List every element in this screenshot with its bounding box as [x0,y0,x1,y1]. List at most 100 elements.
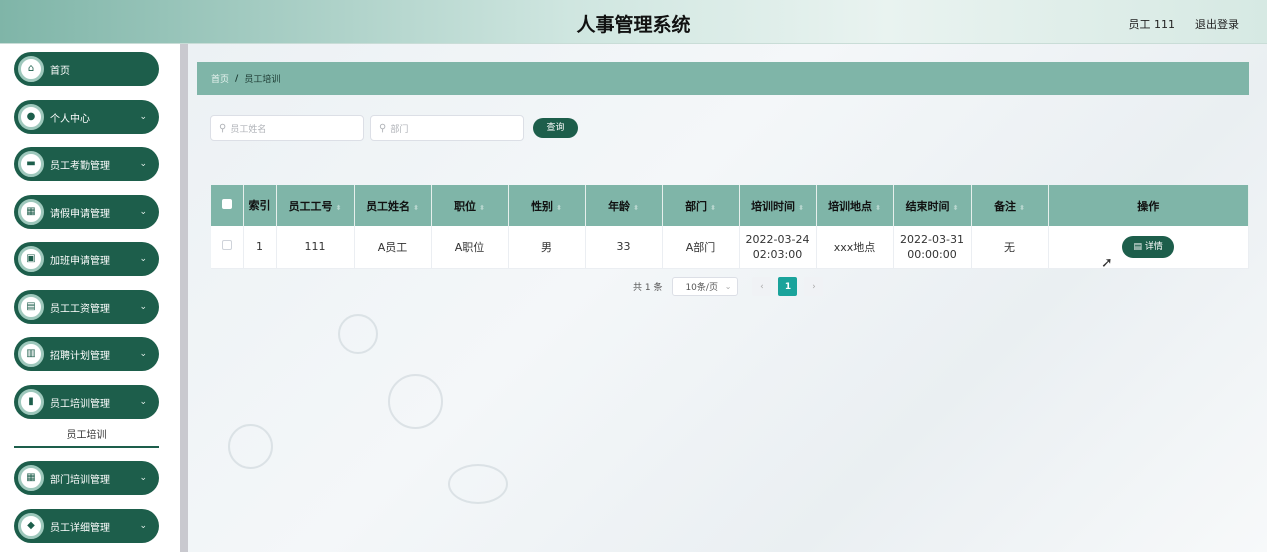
sort-icon[interactable]: ⬍ [413,204,419,212]
sort-icon[interactable]: ⬍ [710,204,716,212]
col-train-time[interactable]: 培训时间 ⬍ [739,185,817,226]
chevron-down-icon: ⌄ [139,254,147,264]
monitor-icon: ▬ [18,151,44,177]
sidebar-item-employee-details[interactable]: ◆ 员工详细管理 ⌄ [14,509,159,543]
home-icon: ⌂ [18,56,44,82]
select-all-checkbox[interactable] [221,199,232,209]
sort-icon[interactable]: ⬍ [336,204,342,212]
search-icon: ⚲ [219,122,227,134]
row-checkbox[interactable] [221,240,232,251]
chevron-down-icon: ⌄ [139,349,147,359]
col-gender[interactable]: 性别 ⬍ [508,185,586,226]
cell-location: xxx地点 [816,226,894,269]
sidebar-item-personal-center[interactable]: ● 个人中心 ⌄ [14,100,159,134]
sidebar-item-salary[interactable]: ▤ 员工工资管理 ⌄ [14,290,159,324]
sidebar-item-label: 员工培训管理 [50,398,110,410]
training-table: 索引 员工工号 ⬍ 员工姓名 ⬍ 职位 ⬍ 性别 ⬍ 年龄 ⬍ 部门 ⬍ 培训时间 ⬍ 培训地… [211,185,1249,269]
sidebar-item-label: 招聘计划管理 [50,350,110,362]
cell-age: 33 [585,226,663,269]
sort-icon[interactable]: ⬍ [1019,204,1025,212]
cell-position: A职位 [431,226,509,269]
sort-icon[interactable]: ⬍ [953,204,959,212]
sidebar-item-overtime[interactable]: ▣ 加班申请管理 ⌄ [14,242,159,276]
sidebar-item-recruitment[interactable]: ▥ 招聘计划管理 ⌄ [14,337,159,371]
cell-remark: 无 [971,226,1049,269]
detail-button[interactable]: ▤ 详情 [1122,235,1175,258]
background-decoration [388,374,443,429]
col-action: 操作 [1048,185,1249,226]
col-emp-name[interactable]: 员工姓名 ⬍ [354,185,432,226]
cell-train-time: 2022-03-24 02:03:00 [739,226,817,269]
background-decoration [338,314,378,354]
bar-chart-icon: ▮ [18,389,44,415]
location-icon: ◆ [18,513,44,539]
sidebar-item-label: 请假申请管理 [50,208,110,220]
logout-link[interactable]: 退出登录 [1195,16,1239,32]
col-emp-no[interactable]: 员工工号 ⬍ [276,185,355,226]
cell-action: ▤ 详情 [1048,226,1249,269]
sidebar-item-label: 首页 [50,65,70,77]
col-position[interactable]: 职位 ⬍ [431,185,509,226]
row-checkbox-cell[interactable] [211,226,244,269]
search-placeholder: 部门 [390,124,409,135]
cell-end-time: 2022-03-31 00:00:00 [893,226,972,269]
next-page-button[interactable]: › [804,277,824,296]
background-decoration [228,424,273,469]
sidebar-item-label: 部门培训管理 [50,474,110,486]
sidebar-item-home[interactable]: ⌂ 首页 [14,52,159,86]
chevron-down-icon: ⌄ [139,112,147,122]
page-size-select[interactable]: 10条/页 ⌄ [672,277,739,296]
breadcrumb-current: 员工培训 [244,75,281,85]
col-dept[interactable]: 部门 ⬍ [662,185,740,226]
search-placeholder: 员工姓名 [230,124,267,135]
employee-name-search-input[interactable]: ⚲ 员工姓名 [210,115,364,141]
select-all-checkbox-cell[interactable] [211,185,244,226]
app-title: 人事管理系统 [576,14,691,36]
sidebar-item-attendance[interactable]: ▬ 员工考勤管理 ⌄ [14,147,159,181]
col-age[interactable]: 年龄 ⬍ [585,185,663,226]
department-search-input[interactable]: ⚲ 部门 [370,115,524,141]
search-icon: ⚲ [379,122,387,134]
col-location[interactable]: 培训地点 ⬍ [816,185,894,226]
pagination-total: 共 1 条 [633,283,663,293]
table-row: 1 111 A员工 A职位 男 33 A部门 2022-03-24 02:03:… [211,226,1249,269]
col-index: 索引 [243,185,277,226]
sidebar-item-dept-training[interactable]: ▦ 部门培训管理 ⌄ [14,461,159,495]
col-remark[interactable]: 备注 ⬍ [971,185,1049,226]
pagination: 共 1 条 10条/页 ⌄ ‹ 1 › [633,277,824,296]
col-end-time[interactable]: 结束时间 ⬍ [893,185,972,226]
sort-icon[interactable]: ⬍ [633,204,639,212]
query-button[interactable]: 查询 [533,118,578,138]
grid-icon: ▦ [18,199,44,225]
sort-icon[interactable]: ⬍ [479,204,485,212]
prev-page-button[interactable]: ‹ [752,277,772,296]
document-icon: ▤ [1133,241,1145,252]
sidebar-scrollbar[interactable] [180,44,188,552]
chevron-down-icon: ⌄ [139,159,147,169]
sidebar-subitem-employee-training[interactable]: 员工培训 [14,426,159,448]
cell-gender: 男 [508,226,586,269]
breadcrumb: 首页 / 员工培训 [197,62,1249,95]
sidebar-item-label: 个人中心 [50,113,90,125]
sidebar: ⌂ 首页 ● 个人中心 ⌄ ▬ 员工考勤管理 ⌄ ▦ 请假申请管理 ⌄ ▣ 加班… [0,44,180,552]
table-header-row: 索引 员工工号 ⬍ 员工姓名 ⬍ 职位 ⬍ 性别 ⬍ 年龄 ⬍ 部门 ⬍ 培训时间 ⬍ 培训地… [211,185,1249,226]
chevron-down-icon: ⌄ [724,282,732,291]
page-number-button[interactable]: 1 [778,277,798,296]
sidebar-item-label: 员工考勤管理 [50,160,110,172]
sidebar-item-label: 加班申请管理 [50,255,110,267]
breadcrumb-separator: / [235,73,239,84]
sort-icon[interactable]: ⬍ [875,204,881,212]
chevron-down-icon: ⌄ [139,521,147,531]
sort-icon[interactable]: ⬍ [798,204,804,212]
document-icon: ▤ [18,294,44,320]
cell-emp-name: A员工 [354,226,432,269]
chevron-down-icon: ⌄ [139,473,147,483]
top-bar: 人事管理系统 员工 111 退出登录 [0,0,1267,44]
sidebar-item-leave[interactable]: ▦ 请假申请管理 ⌄ [14,195,159,229]
breadcrumb-home[interactable]: 首页 [211,72,229,85]
sort-icon[interactable]: ⬍ [556,204,562,212]
cell-dept: A部门 [662,226,740,269]
sidebar-item-training[interactable]: ▮ 员工培训管理 ⌄ [14,385,159,419]
main-content: 首页 / 员工培训 ⚲ 员工姓名 ⚲ 部门 查询 索引 员工工号 ⬍ 员工姓名 ⬍ … [188,44,1267,552]
chevron-down-icon: ⌄ [139,397,147,407]
